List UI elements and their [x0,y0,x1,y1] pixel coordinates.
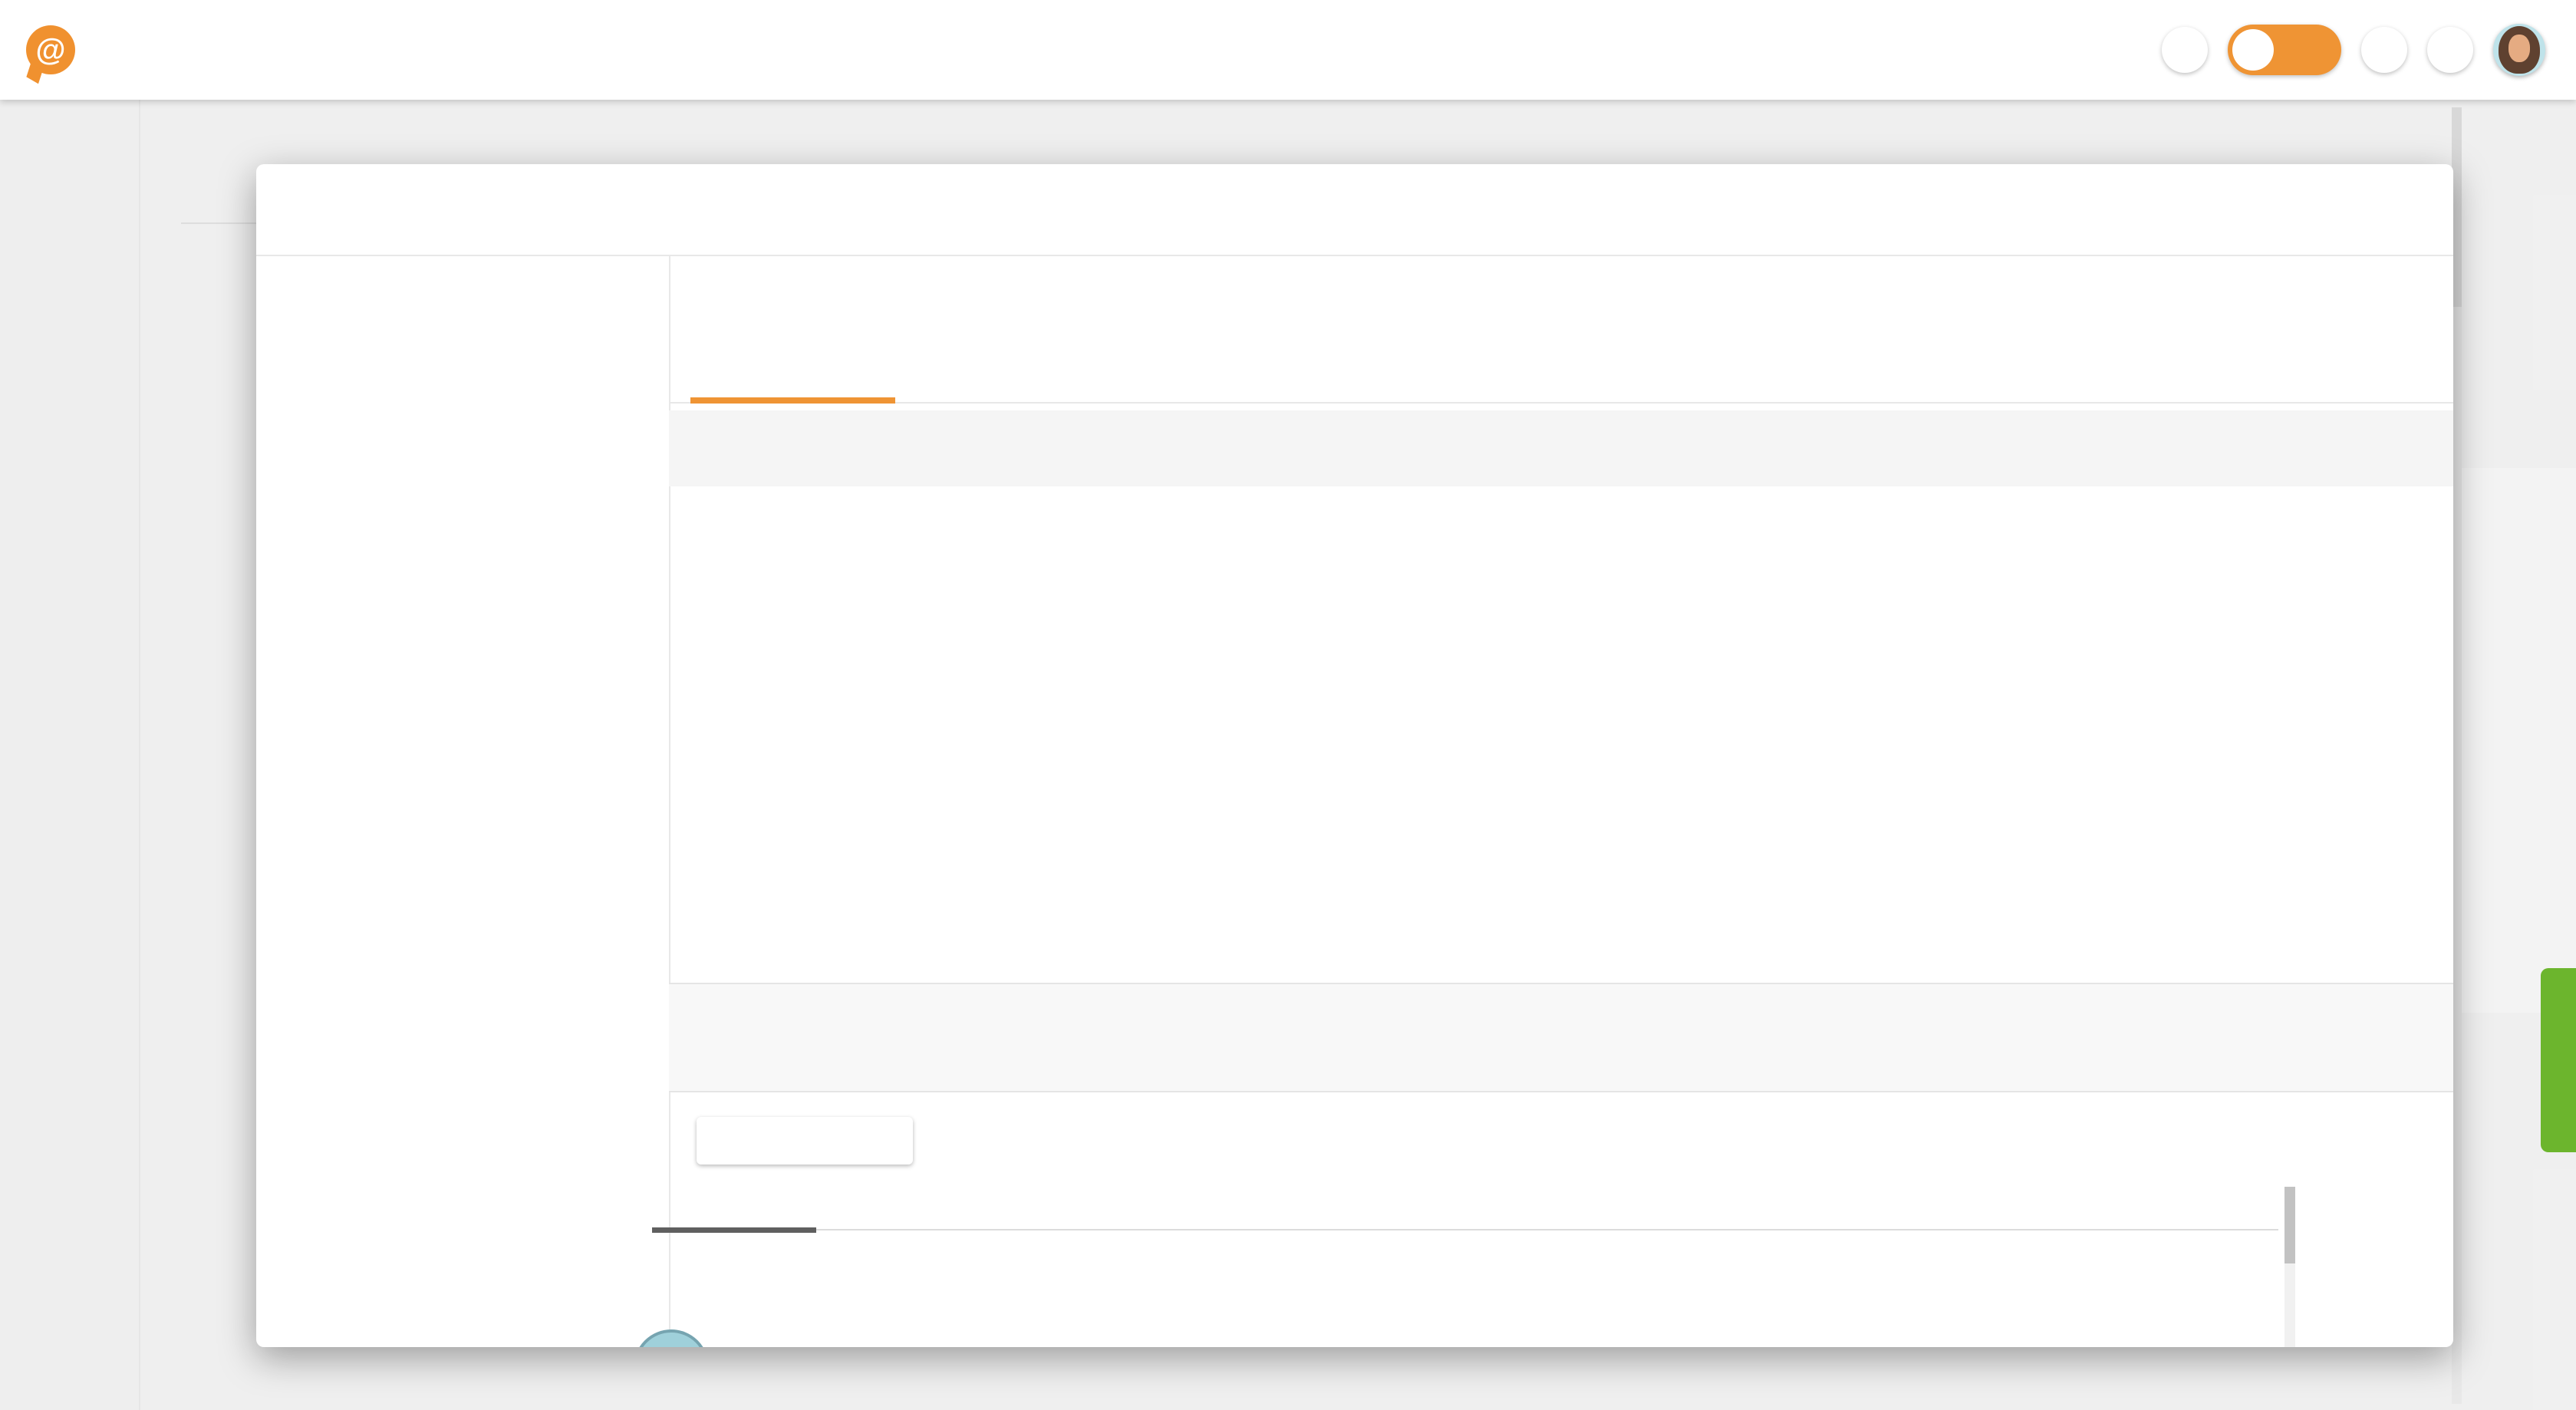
topbar: @ [0,0,2576,100]
modal-nav [256,255,669,1347]
sorted-column-underline [652,1227,816,1233]
liveagent-logo: @ [26,25,86,74]
active-tab-underline [690,397,895,404]
tabs-row [670,328,2453,404]
export-to-csv-button[interactable] [697,1117,913,1165]
avatar[interactable] [2493,24,2545,76]
add-button[interactable] [2162,27,2208,73]
data-type-chips [669,486,2453,577]
logo-bubble-icon: @ [26,25,75,74]
calls-button[interactable] [2427,27,2473,73]
edit-agent-modal [256,164,2453,1347]
report-table [652,1185,2278,1230]
to-solve-button[interactable] [2228,25,2341,75]
table-header [652,1185,2278,1230]
stats-row [669,983,2453,1092]
performance-chart [678,569,2427,968]
chart-toolbar [669,410,2453,486]
modal-header [256,164,2453,256]
chats-button[interactable] [2361,27,2407,73]
table-scrollbar[interactable] [2284,1187,2295,1347]
mail-icon [2232,29,2274,71]
get-live-help-tab[interactable] [2541,968,2576,1152]
